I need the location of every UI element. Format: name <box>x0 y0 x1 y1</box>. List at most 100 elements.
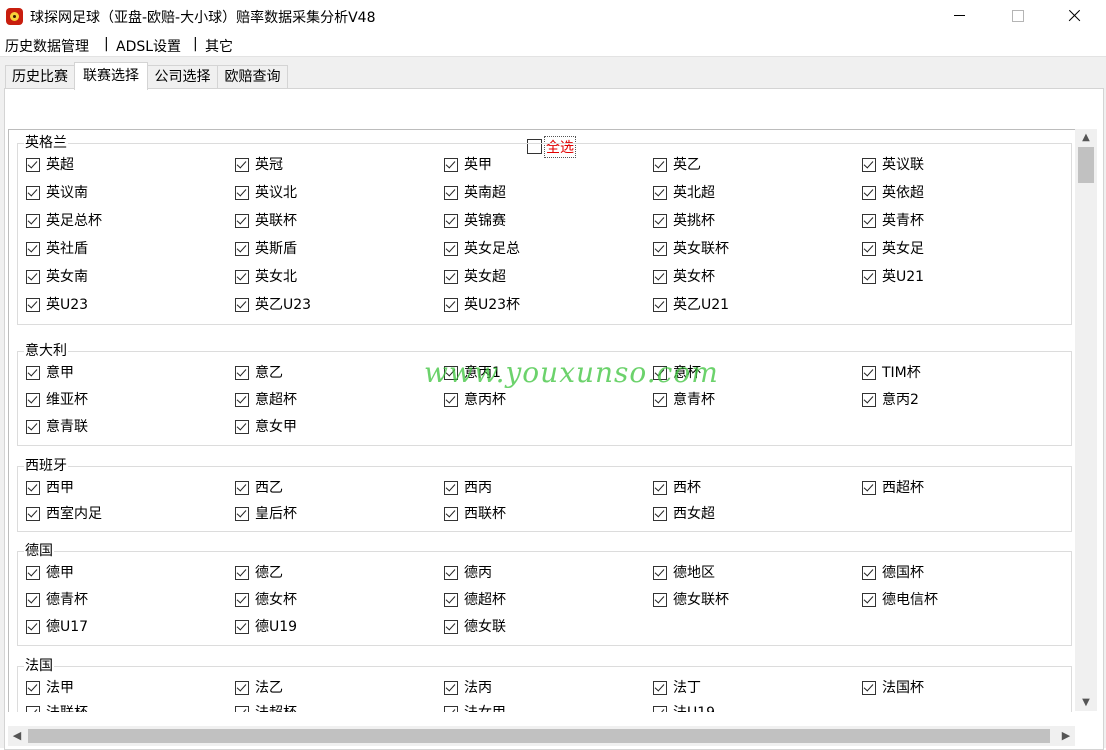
league-checkbox[interactable] <box>235 270 249 284</box>
league-label[interactable]: 法国杯 <box>882 680 924 697</box>
tab-euro-odds-query[interactable]: 欧赔查询 <box>217 65 288 88</box>
league-checkbox[interactable] <box>235 566 249 580</box>
league-checkbox[interactable] <box>26 507 40 521</box>
league-label[interactable]: 维亚杯 <box>46 392 88 409</box>
scroll-left-arrow-icon[interactable]: ◀ <box>8 726 26 746</box>
league-checkbox[interactable] <box>862 214 876 228</box>
league-checkbox[interactable] <box>862 566 876 580</box>
league-label[interactable]: 德超杯 <box>464 592 506 609</box>
league-label[interactable]: 英女杯 <box>673 269 715 286</box>
league-label[interactable]: 英冠 <box>255 157 283 174</box>
league-checkbox[interactable] <box>235 366 249 380</box>
league-checkbox[interactable] <box>444 566 458 580</box>
league-label[interactable]: 英乙U21 <box>673 297 729 314</box>
league-checkbox[interactable] <box>235 706 249 712</box>
league-checkbox[interactable] <box>235 214 249 228</box>
league-label[interactable]: 西丙 <box>464 480 492 497</box>
league-label[interactable]: 英议南 <box>46 185 88 202</box>
league-label[interactable]: 西杯 <box>673 480 701 497</box>
league-checkbox[interactable] <box>653 186 667 200</box>
league-checkbox[interactable] <box>653 706 667 712</box>
league-checkbox[interactable] <box>235 298 249 312</box>
league-checkbox[interactable] <box>26 393 40 407</box>
league-checkbox[interactable] <box>653 158 667 172</box>
league-checkbox[interactable] <box>26 186 40 200</box>
league-checkbox[interactable] <box>653 507 667 521</box>
horizontal-scrollbar[interactable]: ◀ ▶ <box>8 726 1075 746</box>
league-label[interactable]: 英U21 <box>882 269 924 286</box>
league-checkbox[interactable] <box>444 481 458 495</box>
league-checkbox[interactable] <box>235 420 249 434</box>
league-checkbox[interactable] <box>862 186 876 200</box>
league-label[interactable]: 德女联杯 <box>673 592 729 609</box>
league-checkbox[interactable] <box>235 186 249 200</box>
maximize-button[interactable] <box>988 0 1046 32</box>
scroll-down-arrow-icon[interactable]: ▼ <box>1075 694 1097 711</box>
league-label[interactable]: 英女超 <box>464 269 506 286</box>
league-checkbox[interactable] <box>653 270 667 284</box>
league-label[interactable]: 英U23杯 <box>464 297 520 314</box>
league-label[interactable]: 法乙 <box>255 680 283 697</box>
league-label[interactable]: 法甲 <box>46 680 74 697</box>
league-checkbox[interactable] <box>26 481 40 495</box>
league-checkbox[interactable] <box>444 158 458 172</box>
league-checkbox[interactable] <box>653 481 667 495</box>
league-label[interactable]: 德青杯 <box>46 592 88 609</box>
scroll-up-arrow-icon[interactable]: ▲ <box>1075 129 1097 146</box>
league-label[interactable]: 英南超 <box>464 185 506 202</box>
league-label[interactable]: 英甲 <box>464 157 492 174</box>
league-label[interactable]: 西室内足 <box>46 506 102 523</box>
league-checkbox[interactable] <box>444 242 458 256</box>
league-checkbox[interactable] <box>26 242 40 256</box>
league-checkbox[interactable] <box>862 366 876 380</box>
league-checkbox[interactable] <box>862 481 876 495</box>
league-checkbox[interactable] <box>444 393 458 407</box>
league-label[interactable]: 英锦赛 <box>464 213 506 230</box>
horizontal-scroll-thumb[interactable] <box>28 729 1050 743</box>
league-label[interactable]: 意超杯 <box>255 392 297 409</box>
league-label[interactable]: 西甲 <box>46 480 74 497</box>
league-checkbox[interactable] <box>862 681 876 695</box>
league-label[interactable]: 英足总杯 <box>46 213 102 230</box>
league-checkbox[interactable] <box>653 298 667 312</box>
close-button[interactable] <box>1046 0 1104 32</box>
league-checkbox[interactable] <box>653 681 667 695</box>
league-label[interactable]: 英北超 <box>673 185 715 202</box>
vertical-scrollbar[interactable]: ▲ ▼ <box>1075 129 1097 711</box>
league-label[interactable]: 意甲 <box>46 365 74 382</box>
league-checkbox[interactable] <box>444 298 458 312</box>
league-label[interactable]: 英社盾 <box>46 241 88 258</box>
league-label[interactable]: 德甲 <box>46 565 74 582</box>
league-label[interactable]: 德女联 <box>464 619 506 636</box>
league-label[interactable]: 皇后杯 <box>255 506 297 523</box>
league-checkbox[interactable] <box>235 593 249 607</box>
league-checkbox[interactable] <box>862 158 876 172</box>
menu-adsl-settings[interactable]: ADSL设置 <box>116 36 181 56</box>
minimize-button[interactable] <box>930 0 988 32</box>
league-label[interactable]: 西联杯 <box>464 506 506 523</box>
league-label[interactable]: 英青杯 <box>882 213 924 230</box>
league-checkbox[interactable] <box>26 214 40 228</box>
league-checkbox[interactable] <box>862 242 876 256</box>
league-label[interactable]: 意丙2 <box>882 392 919 409</box>
league-label[interactable]: 西超杯 <box>882 480 924 497</box>
league-checkbox[interactable] <box>444 593 458 607</box>
league-label[interactable]: 法丁 <box>673 680 701 697</box>
menu-history-data[interactable]: 历史数据管理 <box>5 36 89 56</box>
league-label[interactable]: 德电信杯 <box>882 592 938 609</box>
league-checkbox[interactable] <box>444 270 458 284</box>
league-checkbox[interactable] <box>235 481 249 495</box>
league-label[interactable]: 意丙杯 <box>464 392 506 409</box>
league-label[interactable]: 西女超 <box>673 506 715 523</box>
league-label[interactable]: TIM杯 <box>882 365 921 382</box>
league-label[interactable]: 法超杯 <box>255 705 297 712</box>
league-label[interactable]: 英U23 <box>46 297 88 314</box>
league-label[interactable]: 德国杯 <box>882 565 924 582</box>
league-label[interactable]: 法U19 <box>673 705 715 712</box>
league-label[interactable]: 英女南 <box>46 269 88 286</box>
league-label[interactable]: 英超 <box>46 157 74 174</box>
league-label[interactable]: 德乙 <box>255 565 283 582</box>
tab-company-select[interactable]: 公司选择 <box>147 65 218 88</box>
league-label[interactable]: 法女甲 <box>464 705 506 712</box>
league-checkbox[interactable] <box>862 393 876 407</box>
